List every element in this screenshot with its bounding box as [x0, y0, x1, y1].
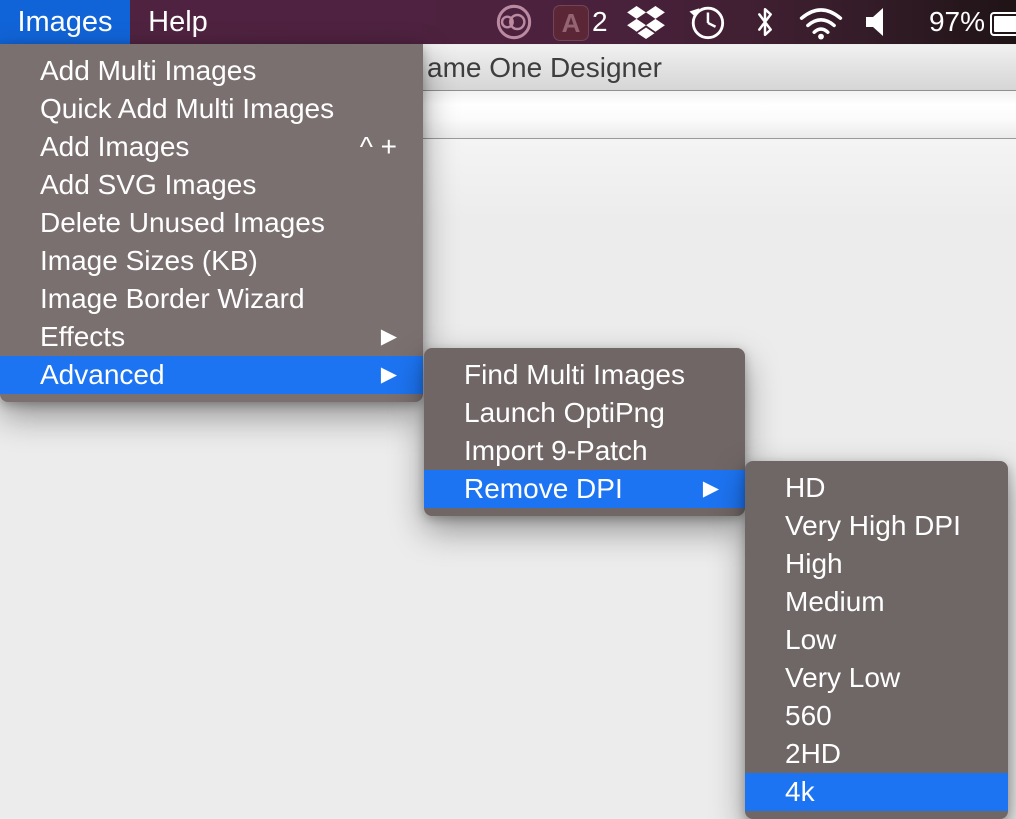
- app-badge-icon[interactable]: A: [553, 5, 589, 41]
- submenu-arrow-icon: ▶: [381, 318, 397, 356]
- menu-item-label: Add SVG Images: [40, 169, 256, 200]
- menu-item-label: High: [785, 548, 843, 579]
- submenu-arrow-icon: ▶: [381, 356, 397, 394]
- menu-item-add-multi-images[interactable]: Add Multi Images: [0, 52, 423, 90]
- menu-item-label: Add Images: [40, 131, 189, 162]
- menu-item-560[interactable]: 560: [745, 697, 1008, 735]
- menu-item-label: 4k: [785, 776, 815, 807]
- window-title: ame One Designer: [427, 45, 662, 90]
- menubar: Images Help A 2: [0, 0, 1016, 44]
- menubar-item-images[interactable]: Images: [0, 0, 130, 44]
- menu-item-label: Quick Add Multi Images: [40, 93, 334, 124]
- menu-item-high[interactable]: High: [745, 545, 1008, 583]
- menu-item-medium[interactable]: Medium: [745, 583, 1008, 621]
- images-menu: Add Multi Images Quick Add Multi Images Ad…: [0, 44, 423, 402]
- advanced-submenu: Find Multi Images Launch OptiPng Import 9-…: [424, 348, 745, 516]
- menu-item-low[interactable]: Low: [745, 621, 1008, 659]
- menu-item-label: Delete Unused Images: [40, 207, 325, 238]
- menu-item-advanced[interactable]: Advanced ▶: [0, 356, 423, 394]
- menu-item-label: 2HD: [785, 738, 841, 769]
- menu-item-label: Medium: [785, 586, 885, 617]
- menu-item-label: Import 9-Patch: [464, 435, 648, 466]
- menu-item-label: Remove DPI: [464, 473, 623, 504]
- menu-item-image-border-wizard[interactable]: Image Border Wizard: [0, 280, 423, 318]
- menu-item-add-images[interactable]: Add Images ^ +: [0, 128, 423, 166]
- wifi-icon[interactable]: [798, 7, 844, 48]
- menu-item-label: Low: [785, 624, 836, 655]
- menu-item-remove-dpi[interactable]: Remove DPI ▶: [424, 470, 745, 508]
- dropbox-icon[interactable]: [626, 6, 666, 48]
- menu-item-very-high-dpi[interactable]: Very High DPI: [745, 507, 1008, 545]
- menu-item-2hd[interactable]: 2HD: [745, 735, 1008, 773]
- menu-item-label: Find Multi Images: [464, 359, 685, 390]
- menu-item-label: HD: [785, 472, 825, 503]
- menu-item-launch-optipng[interactable]: Launch OptiPng: [424, 394, 745, 432]
- menu-item-delete-unused-images[interactable]: Delete Unused Images: [0, 204, 423, 242]
- menu-item-label: Very High DPI: [785, 510, 961, 541]
- menu-item-quick-add-multi-images[interactable]: Quick Add Multi Images: [0, 90, 423, 128]
- bluetooth-icon[interactable]: [752, 3, 778, 49]
- menu-item-import-9-patch[interactable]: Import 9-Patch: [424, 432, 745, 470]
- menubar-item-help[interactable]: Help: [132, 0, 224, 44]
- menu-item-hd[interactable]: HD: [745, 469, 1008, 507]
- menu-item-4k[interactable]: 4k: [745, 773, 1008, 811]
- menu-item-label: 560: [785, 700, 832, 731]
- app-badge-count: 2: [592, 0, 608, 44]
- remove-dpi-submenu: HD Very High DPI High Medium Low Very Low 560 2…: [745, 461, 1008, 819]
- menu-item-very-low[interactable]: Very Low: [745, 659, 1008, 697]
- battery-icon: [990, 12, 1016, 36]
- creative-cloud-icon[interactable]: [495, 3, 533, 49]
- menu-item-label: Advanced: [40, 359, 165, 390]
- menu-item-label: Launch OptiPng: [464, 397, 665, 428]
- menu-item-effects[interactable]: Effects ▶: [0, 318, 423, 356]
- menu-item-add-svg-images[interactable]: Add SVG Images: [0, 166, 423, 204]
- battery-fill: [994, 16, 1016, 32]
- menu-item-label: Very Low: [785, 662, 900, 693]
- volume-icon[interactable]: [866, 7, 892, 45]
- menu-item-find-multi-images[interactable]: Find Multi Images: [424, 356, 745, 394]
- menu-item-image-sizes-kb[interactable]: Image Sizes (KB): [0, 242, 423, 280]
- menu-item-label: Image Border Wizard: [40, 283, 305, 314]
- menu-item-label: Image Sizes (KB): [40, 245, 258, 276]
- time-machine-icon[interactable]: [688, 3, 726, 49]
- menu-item-shortcut: ^ +: [360, 128, 397, 166]
- battery-percent: 97%: [910, 0, 985, 44]
- menu-item-label: Add Multi Images: [40, 55, 256, 86]
- submenu-arrow-icon: ▶: [703, 470, 719, 508]
- menu-item-label: Effects: [40, 321, 125, 352]
